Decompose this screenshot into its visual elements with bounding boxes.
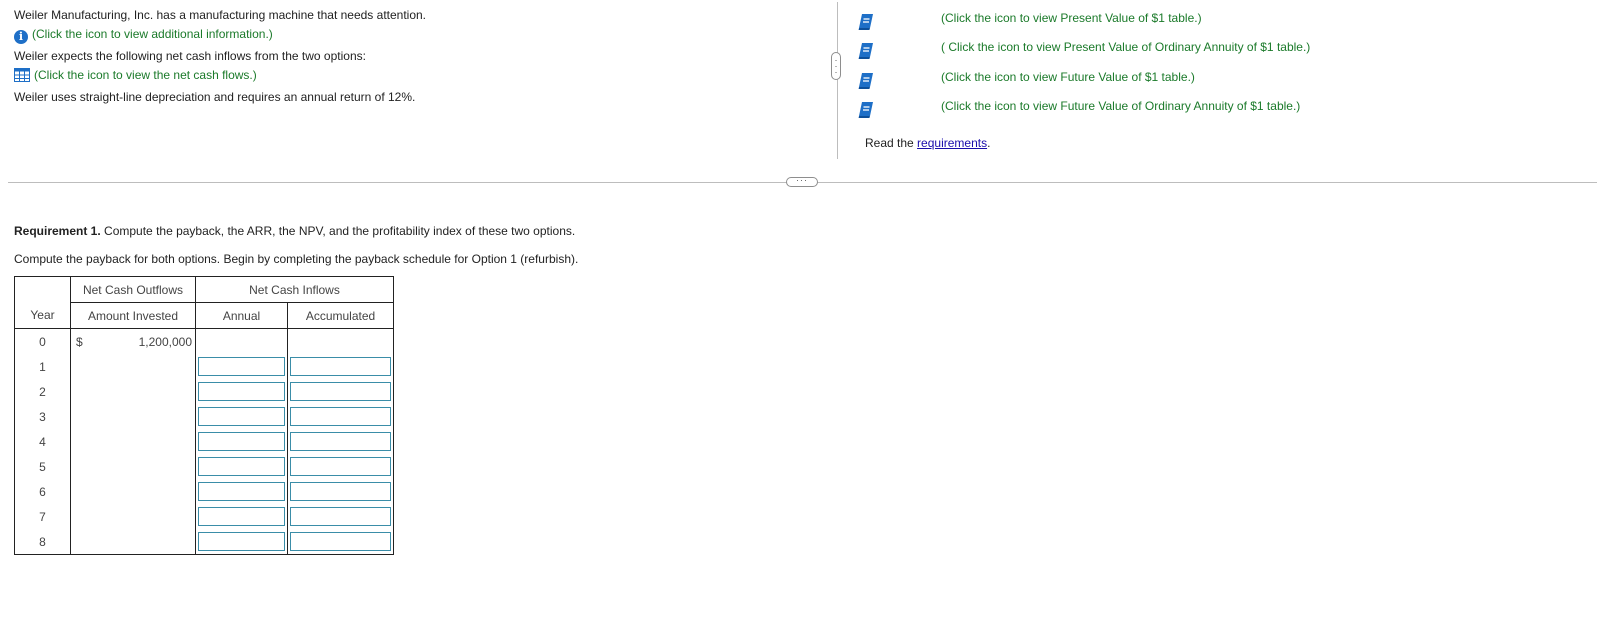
header-year: Year [14, 302, 71, 329]
annual-input-year-4[interactable] [198, 432, 285, 451]
table-row: 1 [14, 354, 394, 379]
table-row: 6 [14, 479, 394, 504]
info-link-label: (Click the icon to view additional infor… [32, 27, 273, 41]
annual-input-year-6[interactable] [198, 482, 285, 501]
year-cell: 7 [14, 504, 71, 529]
table-row: 7 [14, 504, 394, 529]
annual-input-year-7[interactable] [198, 507, 285, 526]
annual-input-year-3[interactable] [198, 407, 285, 426]
header-net-cash-outflows: Net Cash Outflows [70, 276, 196, 303]
fv-annuity-table-link[interactable]: (Click the icon to view Future Value of … [941, 99, 1300, 113]
header-annual: Annual [195, 302, 288, 329]
fv-table-link[interactable]: (Click the icon to view Future Value of … [941, 70, 1195, 84]
instruction-text: Compute the payback for both options. Be… [14, 252, 579, 266]
accumulated-input-year-3[interactable] [290, 407, 391, 426]
accumulated-input-year-7[interactable] [290, 507, 391, 526]
horizontal-resize-handle[interactable]: ··· [786, 176, 818, 187]
year-cell: 4 [14, 429, 71, 454]
cash-flows-link[interactable]: (Click the icon to view the net cash flo… [14, 68, 257, 82]
table-row: 0 $ 1,200,000 [14, 328, 394, 354]
accumulated-input-year-4[interactable] [290, 432, 391, 451]
year-cell: 2 [14, 379, 71, 404]
pv-table-link[interactable]: (Click the icon to view Present Value of… [941, 11, 1202, 25]
table-row: 2 [14, 379, 394, 404]
year-cell: 5 [14, 454, 71, 479]
requirement-1: Requirement 1. Compute the payback, the … [14, 224, 576, 238]
year-cell: 6 [14, 479, 71, 504]
vertical-resize-handle[interactable]: · · · [831, 52, 841, 80]
info-link[interactable]: i (Click the icon to view additional info… [14, 27, 273, 44]
intro-line-2: Weiler expects the following net cash in… [14, 49, 366, 63]
header-accumulated: Accumulated [305, 308, 376, 323]
header-net-cash-inflows: Net Cash Inflows [195, 276, 394, 303]
year-cell: 1 [14, 354, 71, 379]
initial-investment-value: 1,200,000 [138, 335, 192, 349]
table-row: 3 [14, 404, 394, 429]
annual-input-year-1[interactable] [198, 357, 285, 376]
book-icon[interactable] [858, 101, 874, 119]
intro-line-1: Weiler Manufacturing, Inc. has a manufac… [14, 8, 427, 22]
annual-input-year-8[interactable] [198, 532, 285, 551]
read-requirements: Read the requirements. [865, 136, 991, 150]
vertical-divider [837, 2, 838, 159]
accumulated-input-year-6[interactable] [290, 482, 391, 501]
accumulated-input-year-1[interactable] [290, 357, 391, 376]
table-grid-icon[interactable] [14, 68, 30, 82]
year-cell: 8 [14, 529, 71, 555]
cash-flows-link-label: (Click the icon to view the net cash flo… [34, 68, 257, 82]
book-icon[interactable] [858, 13, 874, 31]
accumulated-input-year-8[interactable] [290, 532, 391, 551]
intro-line-3: Weiler uses straight-line depreciation a… [14, 90, 416, 104]
book-icon[interactable] [858, 42, 874, 60]
header-amount-invested: Amount Invested [70, 302, 196, 329]
requirements-link[interactable]: requirements [917, 136, 987, 150]
book-icon[interactable] [858, 72, 874, 90]
payback-schedule-table: Net Cash Outflows Net Cash Inflows Year … [14, 276, 394, 555]
table-row: 8 [14, 529, 394, 555]
amount-invested-cell: $ 1,200,000 [70, 328, 196, 354]
table-row: 5 [14, 454, 394, 479]
year-cell: 3 [14, 404, 71, 429]
accumulated-input-year-5[interactable] [290, 457, 391, 476]
accumulated-input-year-2[interactable] [290, 382, 391, 401]
table-row: 4 [14, 429, 394, 454]
year-cell: 0 [14, 328, 71, 354]
currency-symbol: $ [76, 335, 83, 349]
pv-annuity-table-link[interactable]: ( Click the icon to view Present Value o… [941, 40, 1310, 54]
annual-input-year-2[interactable] [198, 382, 285, 401]
info-icon[interactable]: i [14, 30, 28, 44]
annual-input-year-5[interactable] [198, 457, 285, 476]
